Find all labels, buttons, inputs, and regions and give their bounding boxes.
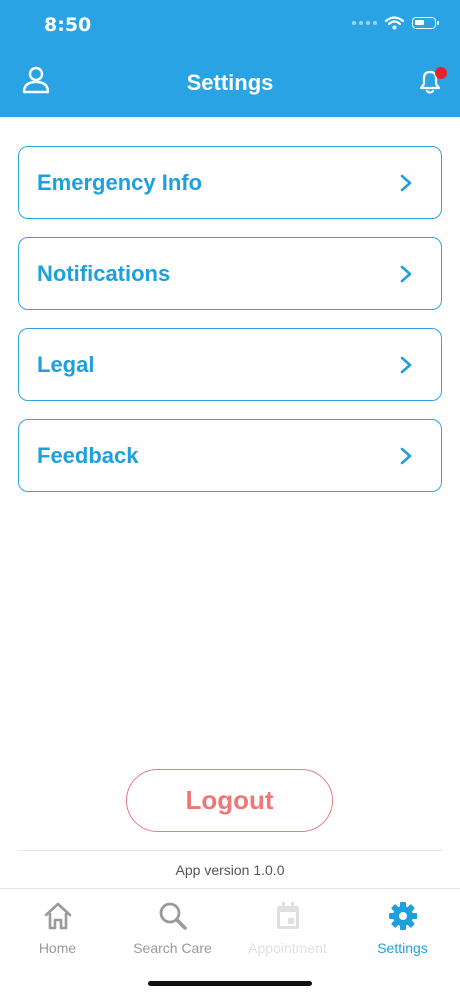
menu-item-label: Legal — [37, 351, 95, 377]
logout-button[interactable]: Logout — [126, 769, 333, 832]
menu-item-label: Notifications — [37, 260, 171, 286]
page-title: Settings — [186, 70, 274, 95]
tab-appointment[interactable]: Appointment — [230, 889, 345, 969]
tab-label: Appointment — [248, 940, 327, 956]
settings-menu: Emergency Info Notifications Legal Feedb… — [18, 146, 442, 510]
app-header: 8:50 Settings — [0, 0, 460, 117]
tab-search-care[interactable]: Search Care — [115, 889, 230, 969]
chevron-right-icon — [400, 356, 412, 373]
signal-icon — [352, 21, 377, 25]
tab-home[interactable]: Home — [0, 889, 115, 969]
menu-item-notifications[interactable]: Notifications — [18, 237, 442, 310]
notification-dot — [435, 67, 447, 79]
menu-item-emergency-info[interactable]: Emergency Info — [18, 146, 442, 219]
tab-label: Home — [38, 940, 77, 956]
divider — [18, 850, 442, 851]
tab-label: Settings — [377, 940, 428, 956]
chevron-right-icon — [400, 174, 412, 191]
menu-item-legal[interactable]: Legal — [18, 328, 442, 401]
battery-icon — [412, 17, 439, 29]
home-indicator — [148, 981, 312, 986]
tab-label: Search Care — [133, 940, 212, 956]
tab-settings[interactable]: Settings — [345, 889, 460, 969]
menu-item-feedback[interactable]: Feedback — [18, 419, 442, 492]
calendar-icon — [277, 902, 299, 929]
search-icon — [159, 902, 187, 930]
gear-icon — [389, 902, 417, 930]
wifi-icon — [385, 16, 404, 30]
chevron-right-icon — [400, 265, 412, 282]
menu-item-label: Feedback — [37, 442, 139, 468]
menu-item-label: Emergency Info — [37, 169, 203, 195]
chevron-right-icon — [400, 447, 412, 464]
home-icon — [44, 902, 72, 930]
app-version: App version 1.0.0 — [175, 862, 285, 878]
status-time: 8:50 — [44, 14, 92, 36]
status-icons — [352, 16, 439, 30]
